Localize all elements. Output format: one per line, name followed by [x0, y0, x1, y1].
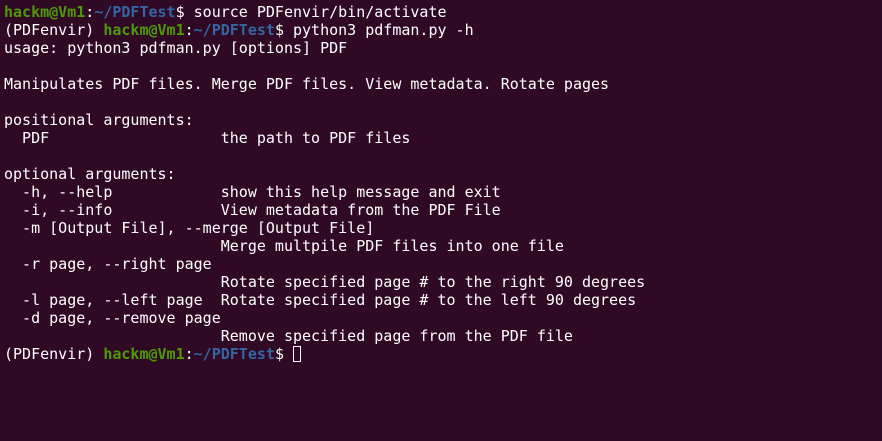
output-line: -m [Output File], --merge [Output File]: [4, 219, 375, 237]
text-cursor[interactable]: [293, 346, 301, 362]
prompt-symbol: $: [274, 21, 293, 39]
output-line: usage: python3 pdfman.py [options] PDF: [4, 39, 348, 57]
output-line: Manipulates PDF files. Merge PDF files. …: [4, 75, 610, 93]
output-line: -h, --help show this help message and ex…: [4, 183, 501, 201]
prompt-symbol: $: [175, 3, 194, 21]
command-line-1: hackm@Vm1:~/PDFTest$ source PDFenvir/bin…: [4, 3, 882, 21]
output-line: -i, --info View metadata from the PDF Fi…: [4, 201, 501, 219]
prompt-user-host: hackm@Vm1: [103, 21, 185, 39]
prompt-path: ~/PDFTest: [94, 3, 176, 21]
prompt-colon: :: [184, 345, 194, 363]
command-text: source PDFenvir/bin/activate: [193, 3, 447, 21]
prompt-colon: :: [184, 21, 194, 39]
command-text: python3 pdfman.py -h: [293, 21, 474, 39]
output-line: Rotate specified page # to the right 90 …: [4, 273, 646, 291]
prompt-symbol: $: [274, 345, 293, 363]
command-line-2: (PDFenvir) hackm@Vm1:~/PDFTest$ python3 …: [4, 21, 882, 39]
terminal-window[interactable]: hackm@Vm1:~/PDFTest$ source PDFenvir/bin…: [0, 0, 882, 441]
prompt-user-host: hackm@Vm1: [4, 3, 86, 21]
output-line: PDF the path to PDF files: [4, 129, 411, 147]
prompt-venv: (PDFenvir): [4, 21, 104, 39]
prompt-venv: (PDFenvir): [4, 345, 104, 363]
output-line: Merge multpile PDF files into one file: [4, 237, 564, 255]
output-line: optional arguments:: [4, 165, 176, 183]
output-line: positional arguments:: [4, 111, 194, 129]
output-line: -l page, --left page Rotate specified pa…: [4, 291, 637, 309]
output-line: -r page, --right page: [4, 255, 212, 273]
output-line: Remove specified page from the PDF file: [4, 327, 573, 345]
prompt-path: ~/PDFTest: [193, 345, 275, 363]
prompt-colon: :: [85, 3, 95, 21]
prompt-user-host: hackm@Vm1: [103, 345, 185, 363]
active-prompt-line[interactable]: (PDFenvir) hackm@Vm1:~/PDFTest$: [4, 345, 882, 363]
prompt-path: ~/PDFTest: [193, 21, 275, 39]
output-line: -d page, --remove page: [4, 309, 221, 327]
